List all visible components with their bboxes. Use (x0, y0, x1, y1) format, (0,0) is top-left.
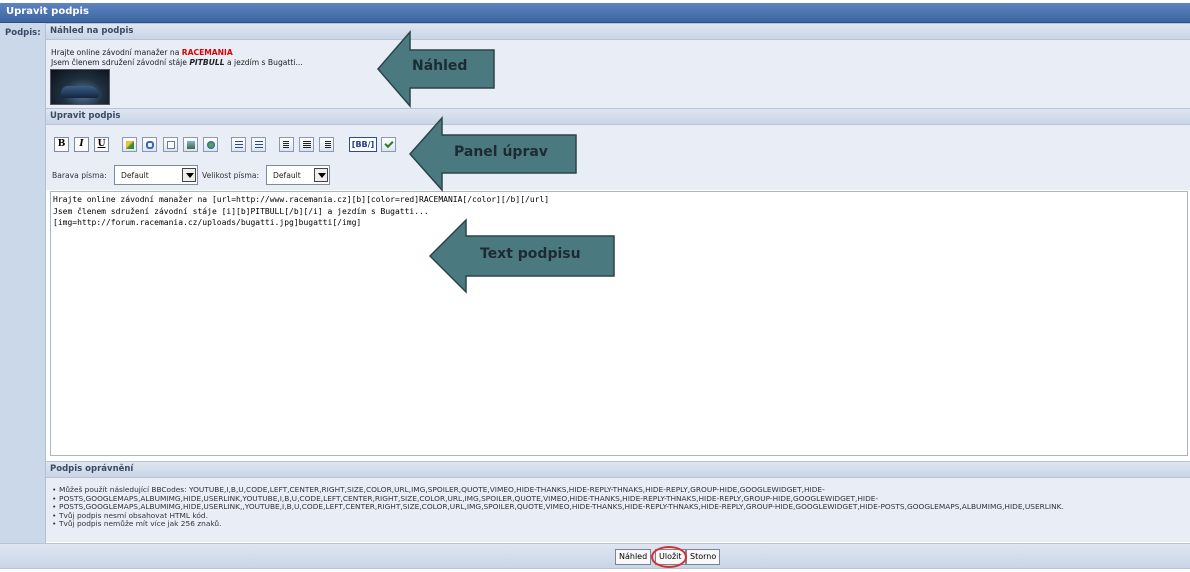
text-annotation-text: Text podpisu (480, 246, 581, 262)
racemania-link[interactable]: RACEMANIA (182, 48, 233, 57)
font-color-select[interactable]: Default (114, 165, 198, 185)
page-title: Upravit podpis (0, 3, 1190, 23)
preview-line-2-text: Jsem členem sdružení závodní stáje (51, 58, 190, 67)
editor-heading: Upravit podpis (46, 108, 1190, 125)
preview-line-1-text: Hrajte online závodní manažer na (51, 48, 182, 57)
align-center-icon[interactable] (299, 137, 314, 152)
signature-preview: Hrajte online závodní manažer na RACEMAN… (46, 40, 1190, 108)
text-annotation-arrow: Text podpisu (426, 214, 618, 298)
permissions-heading: Podpis oprávnění (46, 461, 1190, 478)
preview-button[interactable]: Náhled (615, 549, 652, 565)
permissions-list: Můžeš použít následující BBCodes: YOUTUB… (46, 478, 1190, 542)
align-left-icon[interactable] (279, 137, 294, 152)
preview-line-2: Jsem členem sdružení závodní stáje PITBU… (51, 58, 303, 67)
numbered-list-icon[interactable] (251, 137, 266, 152)
signature-label: Podpis: (5, 28, 41, 38)
form-footer: Náhled Uložit Storno (0, 543, 1190, 569)
bullet-list-icon[interactable] (231, 137, 246, 152)
chevron-down-icon[interactable] (314, 168, 328, 182)
car-shape (61, 86, 99, 98)
bbcode-toggle-button[interactable]: [BB/] (349, 137, 377, 152)
cancel-button[interactable]: Storno (686, 549, 721, 565)
link-icon[interactable] (142, 137, 157, 152)
preview-line-2-suffix: a jezdím s Bugatti... (224, 58, 303, 67)
font-size-label: Velikost písma: (202, 171, 260, 180)
signature-editor-page: Upravit podpis Podpis: Náhled na podpis … (0, 0, 1190, 572)
font-color-value: Default (121, 171, 149, 180)
permission-item: Tvůj podpis nemůže mít více jak 256 znak… (52, 520, 1064, 529)
align-right-icon[interactable] (319, 137, 334, 152)
preview-annotation-arrow: Náhled (374, 26, 500, 112)
signature-textarea[interactable]: Hrajte online závodní manažer na [url=ht… (50, 191, 1188, 456)
preview-line-1: Hrajte online závodní manažer na RACEMAN… (51, 48, 233, 57)
pitbull-text: PITBULL (189, 58, 225, 67)
chevron-down-icon[interactable] (182, 168, 196, 182)
save-highlight-ring (651, 546, 687, 568)
left-label-column: Podpis: (0, 23, 46, 543)
spellcheck-icon[interactable] (381, 137, 396, 152)
code-icon[interactable] (163, 137, 178, 152)
preview-annotation-text: Náhled (412, 58, 468, 74)
bold-button[interactable]: B (54, 137, 69, 152)
image-icon[interactable] (183, 137, 198, 152)
font-color-label: Barava písma: (52, 171, 107, 180)
italic-button[interactable]: I (74, 137, 89, 152)
font-size-value: Default (273, 171, 301, 180)
bugatti-image (50, 69, 110, 105)
font-size-select[interactable]: Default (266, 165, 330, 185)
preview-heading: Náhled na podpis (46, 23, 1190, 40)
globe-icon[interactable] (203, 137, 218, 152)
color-icon[interactable] (122, 137, 137, 152)
toolbar-annotation-text: Panel úprav (454, 144, 548, 160)
underline-button[interactable]: U (94, 137, 109, 152)
toolbar-annotation-arrow: Panel úprav (406, 112, 580, 196)
editor-toolbar: B I U [BB/] Barava písma: Default Veliko… (46, 125, 1190, 190)
